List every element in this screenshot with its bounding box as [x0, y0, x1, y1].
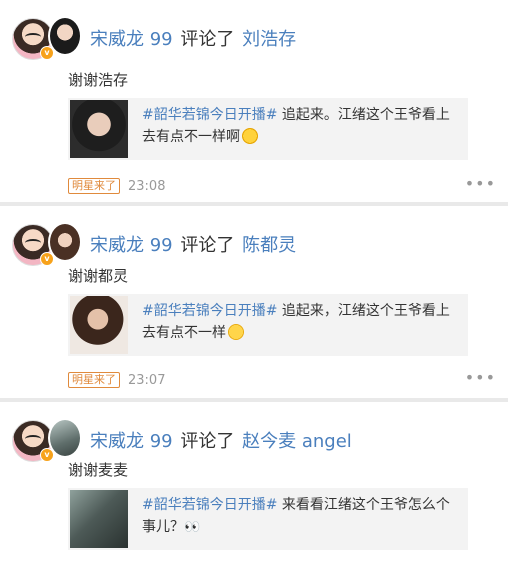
timestamp: 23:08: [128, 178, 166, 194]
username-link[interactable]: 宋威龙 99: [90, 235, 173, 256]
post-thumbnail[interactable]: [70, 100, 128, 158]
avatar-group[interactable]: v: [12, 418, 82, 464]
source-tag[interactable]: 明星来了: [68, 372, 120, 388]
source-tag[interactable]: 明星来了: [68, 178, 120, 194]
username-link[interactable]: 宋威龙 99: [90, 29, 173, 50]
more-options-icon[interactable]: •••: [465, 368, 496, 387]
timestamp: 23:07: [128, 372, 166, 388]
action-text: 评论了: [180, 29, 235, 50]
target-user-link[interactable]: 刘浩存: [242, 29, 296, 50]
target-user-link[interactable]: 赵今麦 angel: [242, 431, 352, 452]
avatar-group[interactable]: v: [12, 16, 82, 62]
verified-badge-icon: v: [40, 448, 54, 462]
hashtag-link[interactable]: #韶华若锦今日开播#: [142, 497, 277, 513]
thinking-emoji-icon: [242, 128, 258, 144]
comment-headline: 宋威龙 99 评论了 陈都灵: [90, 234, 296, 258]
quoted-post[interactable]: #韶华若锦今日开播# 追起来。江绪这个王爷看上去有点不一样啊: [68, 98, 468, 160]
target-user-link[interactable]: 陈都灵: [242, 235, 296, 256]
comment-text: 谢谢麦麦: [68, 461, 129, 479]
action-text: 评论了: [180, 431, 235, 452]
eyes-emoji-icon: 👀: [184, 520, 201, 535]
action-text: 评论了: [180, 235, 235, 256]
comment-text: 谢谢都灵: [68, 267, 129, 285]
comment-text: 谢谢浩存: [68, 71, 129, 89]
verified-badge-icon: v: [40, 252, 54, 266]
more-options-icon[interactable]: •••: [465, 174, 496, 193]
comment-meta: 明星来了 23:08: [68, 178, 165, 194]
verified-badge-icon: v: [40, 46, 54, 60]
hashtag-link[interactable]: #韶华若锦今日开播#: [142, 107, 277, 123]
comment-card: v 宋威龙 99 评论了 赵今麦 angel 谢谢麦麦 #韶华若锦今日开播# 来…: [0, 402, 508, 574]
quoted-post[interactable]: #韶华若锦今日开播# 追起来，江绪这个王爷看上去有点不一样: [68, 294, 468, 356]
comment-card: v 宋威龙 99 评论了 刘浩存 谢谢浩存 #韶华若锦今日开播# 追起来。江绪这…: [0, 0, 508, 202]
quoted-text: #韶华若锦今日开播# 追起来，江绪这个王爷看上去有点不一样: [142, 300, 460, 344]
comment-headline: 宋威龙 99 评论了 刘浩存: [90, 28, 296, 52]
comment-meta: 明星来了 23:07: [68, 372, 165, 388]
quoted-post[interactable]: #韶华若锦今日开播# 来看看江绪这个王爷怎么个事儿？👀: [68, 488, 468, 550]
post-thumbnail[interactable]: [70, 296, 128, 354]
quoted-text: #韶华若锦今日开播# 追起来。江绪这个王爷看上去有点不一样啊: [142, 104, 460, 148]
hashtag-link[interactable]: #韶华若锦今日开播#: [142, 303, 277, 319]
post-thumbnail[interactable]: [70, 490, 128, 548]
comment-headline: 宋威龙 99 评论了 赵今麦 angel: [90, 430, 352, 454]
avatar-group[interactable]: v: [12, 222, 82, 268]
smile-emoji-icon: [228, 324, 244, 340]
comment-card: v 宋威龙 99 评论了 陈都灵 谢谢都灵 #韶华若锦今日开播# 追起来，江绪这…: [0, 206, 508, 398]
quoted-text: #韶华若锦今日开播# 来看看江绪这个王爷怎么个事儿？👀: [142, 494, 460, 539]
username-link[interactable]: 宋威龙 99: [90, 431, 173, 452]
